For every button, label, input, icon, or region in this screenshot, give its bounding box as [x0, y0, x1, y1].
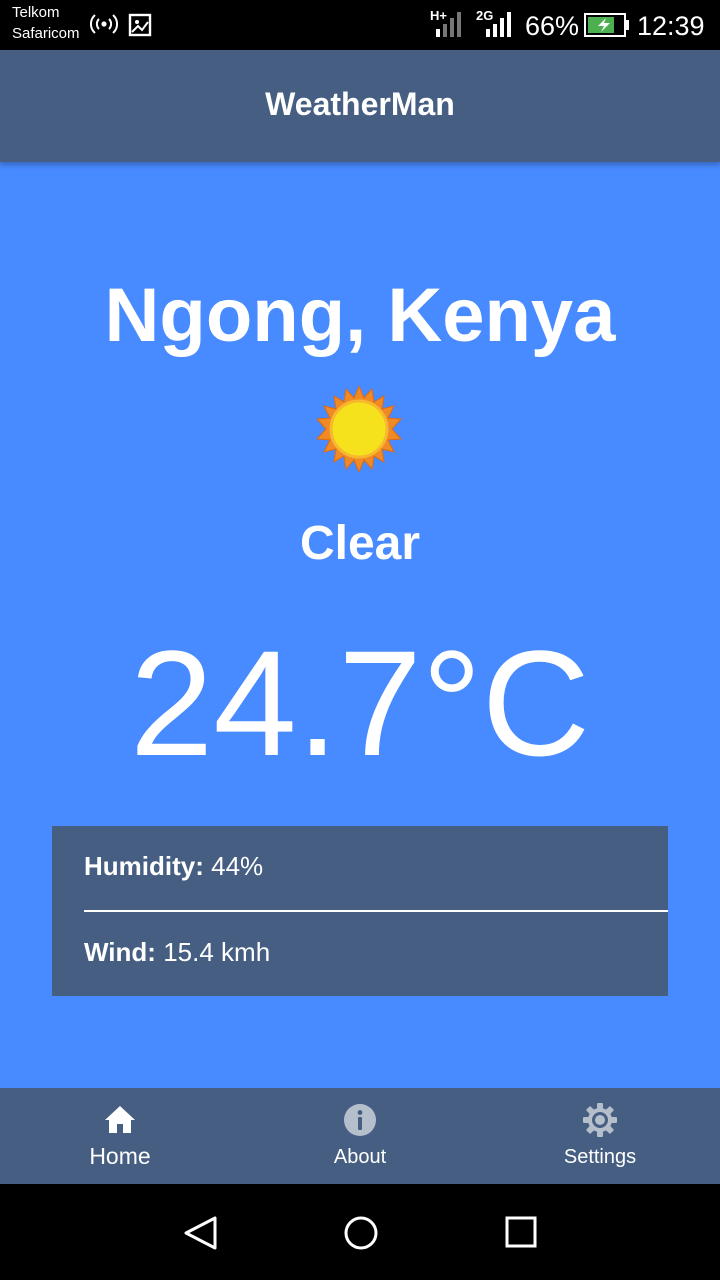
image-icon — [128, 13, 152, 37]
hotspot-icon — [90, 14, 118, 34]
app-header: WeatherMan — [0, 50, 720, 162]
app-title: WeatherMan — [265, 86, 455, 122]
tab-settings-label: Settings — [563, 1146, 637, 1168]
network-type-label: H+ — [430, 8, 447, 23]
weather-condition: Clear — [299, 517, 421, 570]
tab-about[interactable]: About — [240, 1088, 480, 1184]
temperature-value: 24.7°C — [129, 619, 591, 787]
sun-icon — [315, 386, 403, 472]
wind-label: Wind: — [84, 937, 156, 967]
tab-settings[interactable]: Settings — [480, 1088, 720, 1184]
system-nav-bar — [0, 1184, 720, 1280]
weather-panel: Ngong, Kenya Clear 24.7°C Humidity: 44% … — [0, 162, 720, 1088]
tab-home[interactable]: Home — [0, 1088, 240, 1184]
humidity-label: Humidity: — [84, 851, 204, 881]
tab-about-label: About — [333, 1146, 387, 1168]
home-nav-icon[interactable] — [342, 1214, 380, 1252]
network-type-label-2: 2G — [476, 8, 493, 23]
humidity-row: Humidity: 44% — [84, 850, 263, 882]
humidity-value: 44% — [211, 851, 264, 881]
recent-apps-icon[interactable] — [503, 1214, 539, 1250]
signal-icon: H+ — [430, 8, 461, 37]
tab-bar: Home About Settings — [0, 1088, 720, 1184]
home-icon — [105, 1106, 135, 1133]
status-bar: Telkom Safaricom H+ 2G 66% 12:39 — [0, 0, 720, 50]
info-icon — [344, 1104, 376, 1136]
carrier-names: Telkom Safaricom — [12, 2, 80, 44]
weather-details-card: Humidity: 44% Wind: 15.4 kmh — [52, 826, 668, 996]
clock: 12:39 — [637, 11, 705, 41]
gear-icon — [583, 1103, 617, 1137]
back-icon[interactable] — [182, 1214, 220, 1252]
carrier-1: Telkom — [12, 4, 60, 21]
carrier-2: Safaricom — [12, 25, 80, 42]
battery-charging-icon — [584, 13, 629, 37]
details-divider — [84, 910, 668, 912]
wind-row: Wind: 15.4 kmh — [84, 936, 270, 968]
signal-2g-icon: 2G — [476, 8, 511, 37]
location-name: Ngong, Kenya — [104, 273, 616, 358]
battery-percentage: 66% — [525, 11, 580, 41]
wind-value: 15.4 kmh — [163, 937, 271, 967]
tab-home-label: Home — [89, 1143, 151, 1169]
